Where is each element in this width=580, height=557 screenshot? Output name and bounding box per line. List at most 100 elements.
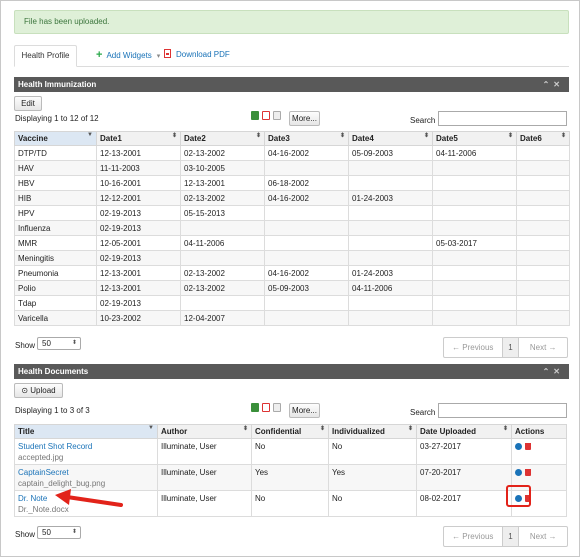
page-number[interactable]: 1 <box>502 338 520 357</box>
date-cell: 12-13-2001 <box>96 145 181 161</box>
caret-icon: ▾ <box>156 53 161 60</box>
column-header[interactable]: Actions <box>511 424 567 439</box>
show-label: Show <box>15 530 36 539</box>
print-icon[interactable] <box>273 403 281 413</box>
vaccine-cell: Polio <box>14 280 97 296</box>
date-cell <box>348 295 433 311</box>
date-cell <box>432 280 517 296</box>
vaccine-cell: Influenza <box>14 220 97 236</box>
confidential-cell: Yes <box>251 464 329 491</box>
download-pdf-label: Download PDF <box>176 50 230 59</box>
column-header[interactable]: Date1 ⬍ <box>96 131 181 146</box>
column-header[interactable]: Date5 ⬍ <box>432 131 517 146</box>
sort-icon: ⬍ <box>560 133 566 139</box>
date-cell: 11-11-2003 <box>96 160 181 176</box>
column-header[interactable]: Author ⬍ <box>157 424 252 439</box>
trash-icon[interactable] <box>525 469 531 477</box>
immunization-displaying: Displaying 1 to 12 of 12 <box>15 114 99 123</box>
date-cell <box>516 295 570 311</box>
view-icon[interactable] <box>515 469 522 477</box>
vaccine-cell: Meningitis <box>14 250 97 266</box>
document-filename: accepted.jpg <box>18 453 64 462</box>
table-row: DTP/TD 12-13-2001 02-13-2002 04-16-2002 05-0… <box>14 145 570 161</box>
print-icon[interactable] <box>273 111 281 121</box>
column-header[interactable]: Date Uploaded ⬍ <box>416 424 512 439</box>
tab-health-profile[interactable]: Health Profile <box>14 45 77 67</box>
immunization-search-input[interactable] <box>438 111 567 126</box>
sort-icon: ⬍ <box>319 426 325 432</box>
date-cell: 04-11-2006 <box>432 145 517 161</box>
date-cell: 03-27-2017 <box>416 438 512 465</box>
next-button[interactable]: Next → <box>519 338 567 357</box>
excel-icon[interactable] <box>251 111 259 121</box>
documents-search-input[interactable] <box>438 403 567 418</box>
date-cell: 02-13-2002 <box>180 280 265 296</box>
edit-button[interactable]: Edit <box>14 96 42 111</box>
table-row: HPV 02-19-2013 05-15-2013 <box>14 205 570 221</box>
date-cell: 05-09-2003 <box>348 145 433 161</box>
more-button[interactable]: More... <box>289 403 320 418</box>
immunization-title: Health Immunization <box>18 80 97 89</box>
page-size-select[interactable]: 50 ⬍ <box>37 526 81 539</box>
column-header[interactable]: Date2 ⬍ <box>180 131 265 146</box>
pdf-export-icon[interactable] <box>262 111 270 121</box>
table-row: Polio 12-13-2001 02-13-2002 05-09-2003 04-11… <box>14 280 570 296</box>
date-cell: 02-13-2002 <box>180 265 265 281</box>
sort-icon: ⬍ <box>423 133 429 139</box>
date-cell: 02-13-2002 <box>180 190 265 206</box>
date-cell <box>348 250 433 266</box>
more-button[interactable]: More... <box>289 111 320 126</box>
date-cell <box>432 190 517 206</box>
column-header[interactable]: Confidential ⬍ <box>251 424 329 439</box>
column-header-label: Confidential <box>255 427 302 436</box>
vaccine-cell: MMR <box>14 235 97 251</box>
tab-add-widgets[interactable]: + Add Widgets ▾ <box>96 45 160 67</box>
upload-success-alert: File has been uploaded. <box>14 10 569 34</box>
table-row: HIB 12-12-2001 02-13-2002 04-16-2002 01-24-2… <box>14 190 570 206</box>
individualized-cell: No <box>328 490 417 517</box>
title-cell: Student Shot Record accepted.jpg <box>14 438 158 465</box>
view-icon[interactable] <box>515 443 522 451</box>
date-cell <box>180 295 265 311</box>
column-header[interactable]: Individualized ⬍ <box>328 424 417 439</box>
panel-controls[interactable]: ⌃✕ <box>543 364 564 379</box>
column-header[interactable]: Date4 ⬍ <box>348 131 433 146</box>
column-header[interactable]: Vaccine ▼ <box>14 131 97 146</box>
column-header-label: Date6 <box>520 134 542 143</box>
column-header[interactable]: Title ▼ <box>14 424 158 439</box>
upload-button[interactable]: ⊙ Upload <box>14 383 63 398</box>
date-cell: 04-16-2002 <box>264 190 349 206</box>
column-header[interactable]: Date3 ⬍ <box>264 131 349 146</box>
previous-button[interactable]: ← Previous <box>444 338 503 357</box>
document-filename: captain_delight_bug.png <box>18 479 106 488</box>
sort-icon: ⬍ <box>171 133 177 139</box>
date-cell: 10-23-2002 <box>96 310 181 326</box>
column-header[interactable]: Date6 ⬍ <box>516 131 570 146</box>
document-title-link[interactable]: Student Shot Record <box>18 442 154 451</box>
panel-controls[interactable]: ⌃✕ <box>543 77 564 92</box>
previous-button[interactable]: ← Previous <box>444 527 503 546</box>
date-cell <box>516 280 570 296</box>
excel-icon[interactable] <box>251 403 259 413</box>
title-cell: CaptainSecret captain_delight_bug.png <box>14 464 158 491</box>
date-cell: 02-19-2013 <box>96 220 181 236</box>
profile-tabs: Health Profile + Add Widgets ▾ Download PD… <box>14 45 569 67</box>
date-cell: 04-16-2002 <box>264 145 349 161</box>
date-cell <box>516 145 570 161</box>
date-cell: 12-13-2001 <box>96 280 181 296</box>
documents-title: Health Documents <box>18 367 89 376</box>
date-cell: 04-11-2006 <box>180 235 265 251</box>
date-cell <box>516 220 570 236</box>
page-number[interactable]: 1 <box>502 527 520 546</box>
search-label: Search <box>410 408 436 417</box>
individualized-cell: No <box>328 438 417 465</box>
pdf-export-icon[interactable] <box>262 403 270 413</box>
trash-icon[interactable] <box>525 443 531 451</box>
table-row: Influenza 02-19-2013 <box>14 220 570 236</box>
author-cell: Illuminate, User <box>157 438 252 465</box>
next-button[interactable]: Next → <box>519 527 567 546</box>
documents-pager: ← Previous 1 Next → <box>443 526 568 547</box>
page-size-select[interactable]: 50 ⬍ <box>37 337 81 350</box>
document-title-link[interactable]: CaptainSecret <box>18 468 154 477</box>
download-pdf-link[interactable]: Download PDF <box>164 45 230 67</box>
